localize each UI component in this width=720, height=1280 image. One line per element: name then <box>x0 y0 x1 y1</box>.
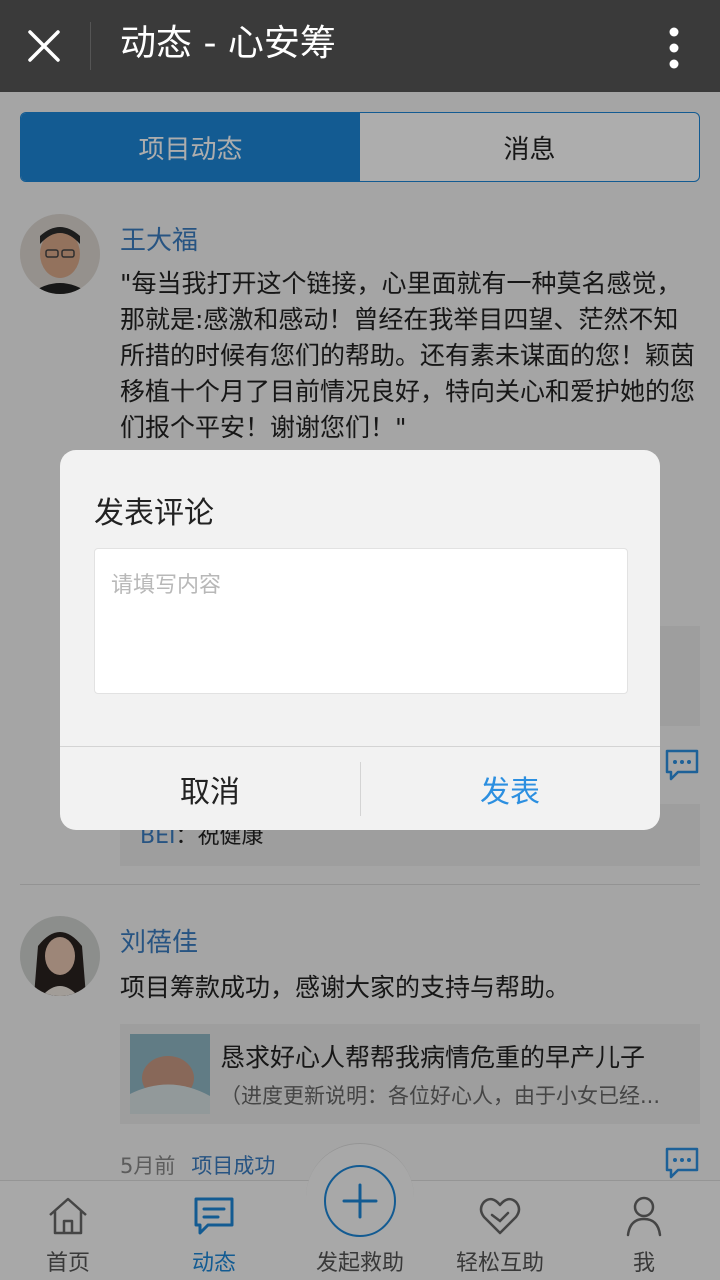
cancel-button[interactable]: 取消 <box>60 747 360 830</box>
page-title: 动态 - 心安筹 <box>120 23 336 64</box>
close-icon[interactable] <box>18 20 70 72</box>
dialog-title: 发表评论 <box>94 496 214 531</box>
comment-input[interactable] <box>94 548 628 694</box>
header-divider <box>90 22 91 70</box>
submit-button[interactable]: 发表 <box>360 747 660 830</box>
more-vertical-icon[interactable] <box>654 24 694 72</box>
comment-dialog: 发表评论 取消 发表 <box>60 450 660 830</box>
top-bar: 动态 - 心安筹 <box>0 0 720 92</box>
